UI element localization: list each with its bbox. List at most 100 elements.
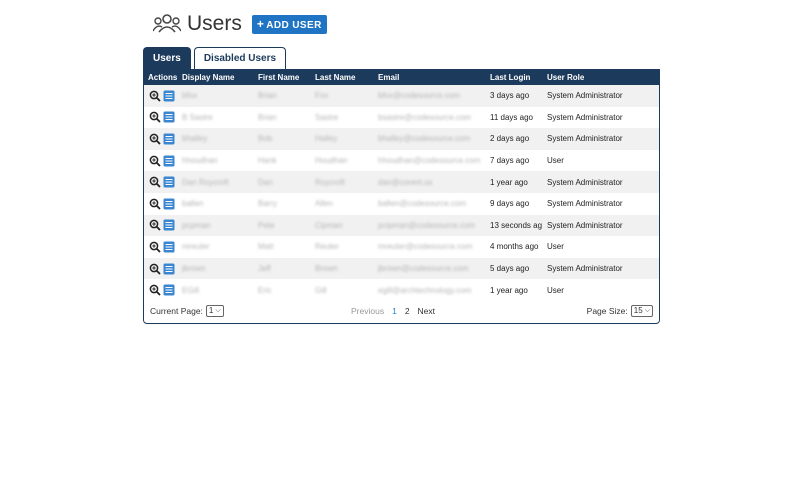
page-header: Users + ADD USER bbox=[153, 11, 327, 37]
edit-list-icon[interactable] bbox=[163, 241, 175, 253]
column-header-first-name[interactable]: First Name bbox=[254, 70, 311, 85]
edit-list-icon[interactable] bbox=[163, 133, 175, 145]
cell-last-login: 2 days ago bbox=[490, 134, 530, 144]
magnify-plus-icon[interactable] bbox=[149, 284, 161, 296]
tab-bar: Users Disabled Users bbox=[143, 47, 289, 70]
cell-last-login: 1 year ago bbox=[490, 177, 528, 187]
cell-display-name: hhoudhan bbox=[182, 156, 218, 166]
table-header-row: Actions Display Name First Name Last Nam… bbox=[144, 70, 659, 85]
page-size-value: 15 bbox=[633, 306, 643, 315]
tab-disabled-users[interactable]: Disabled Users bbox=[193, 47, 287, 70]
magnify-plus-icon[interactable] bbox=[149, 219, 161, 231]
chevron-down-icon: ⌵ bbox=[644, 307, 650, 314]
next-link[interactable]: Next bbox=[418, 306, 435, 316]
cell-first-name: Matt bbox=[258, 242, 274, 252]
current-page-value: 1 bbox=[208, 306, 214, 315]
page-1-link[interactable]: 1 bbox=[392, 306, 397, 316]
row-actions bbox=[144, 107, 178, 129]
cell-last-login: 13 seconds ag bbox=[490, 220, 543, 230]
column-header-display-name[interactable]: Display Name bbox=[178, 70, 254, 85]
cell-display-name: mreuter bbox=[182, 242, 210, 252]
cell-last-name: Allen bbox=[315, 199, 333, 209]
row-actions bbox=[144, 236, 178, 258]
cell-user-role: User bbox=[547, 285, 564, 295]
row-actions bbox=[144, 85, 178, 107]
previous-link[interactable]: Previous bbox=[351, 306, 384, 316]
row-actions bbox=[144, 279, 178, 301]
row-actions bbox=[144, 258, 178, 280]
magnify-plus-icon[interactable] bbox=[149, 111, 161, 124]
edit-list-icon[interactable] bbox=[163, 198, 175, 210]
magnify-plus-icon[interactable] bbox=[149, 263, 161, 275]
magnify-plus-icon[interactable] bbox=[149, 90, 161, 102]
table-row: B Sastre Brian Sastre bsastre@codesource.co… bbox=[144, 106, 659, 129]
pager-footer: Current Page: 1 ⌵ Previous 1 2 Next Page … bbox=[144, 300, 659, 322]
cell-email: hhoudhan@codesource.com bbox=[378, 156, 481, 166]
cell-display-name: bfox bbox=[182, 91, 198, 101]
edit-list-icon[interactable] bbox=[163, 176, 175, 188]
magnify-plus-icon[interactable] bbox=[149, 155, 161, 167]
row-actions bbox=[144, 215, 178, 237]
cell-first-name: Bob bbox=[258, 134, 273, 144]
cell-last-name: Brown bbox=[315, 264, 338, 274]
cell-display-name: B Sastre bbox=[182, 112, 213, 122]
cell-last-login: 9 days ago bbox=[490, 199, 530, 209]
cell-first-name: Barry bbox=[258, 199, 278, 209]
cell-email: pcipman@codesource.com bbox=[378, 220, 476, 230]
cell-last-name: Sastre bbox=[315, 112, 339, 122]
cell-email: bfox@codesource.com bbox=[378, 91, 460, 101]
page-2-link[interactable]: 2 bbox=[405, 306, 410, 316]
current-page-select[interactable]: 1 ⌵ bbox=[205, 305, 224, 317]
cell-last-name: Fox bbox=[315, 91, 329, 101]
cell-first-name: Hank bbox=[258, 156, 277, 166]
users-grid: Actions Display Name First Name Last Nam… bbox=[143, 69, 660, 324]
cell-first-name: Brian bbox=[258, 112, 277, 122]
table-row: bfox Brian Fox bfox@codesource.com 3 days ag… bbox=[144, 85, 659, 107]
edit-list-icon[interactable] bbox=[163, 111, 175, 123]
cell-last-name: Gill bbox=[315, 285, 327, 295]
cell-email: dan@corent.us bbox=[378, 177, 433, 187]
magnify-plus-icon[interactable] bbox=[149, 198, 161, 210]
cell-email: ballen@codesource.com bbox=[378, 199, 467, 209]
magnify-plus-icon[interactable] bbox=[149, 133, 161, 145]
cell-last-name: Roycroft bbox=[315, 177, 345, 187]
cell-display-name: bhalley bbox=[182, 134, 208, 144]
cell-display-name: EGill bbox=[182, 285, 199, 295]
magnify-plus-icon[interactable] bbox=[149, 241, 161, 253]
current-page: Current Page: 1 ⌵ bbox=[150, 305, 224, 317]
row-actions bbox=[144, 128, 178, 150]
cell-display-name: jbrown bbox=[182, 264, 206, 274]
cell-first-name: Eric bbox=[258, 285, 272, 295]
cell-user-role: System Administrator bbox=[547, 264, 623, 274]
cell-last-name: Cipman bbox=[315, 220, 343, 230]
edit-list-icon[interactable] bbox=[163, 263, 175, 275]
tab-users[interactable]: Users bbox=[143, 47, 191, 70]
page-size-select[interactable]: 15 ⌵ bbox=[630, 305, 653, 317]
column-header-email[interactable]: Email bbox=[374, 70, 486, 85]
column-header-last-name[interactable]: Last Name bbox=[311, 70, 374, 85]
cell-user-role: User bbox=[547, 242, 564, 252]
table-row: mreuter Matt Reuter mreuter@codesource.com 4… bbox=[144, 236, 659, 258]
column-header-user-role[interactable]: User Role bbox=[543, 70, 659, 85]
cell-display-name: ballen bbox=[182, 199, 204, 209]
pagination: Previous 1 2 Next bbox=[351, 306, 435, 316]
magnify-plus-icon[interactable] bbox=[149, 176, 161, 188]
cell-last-name: Halley bbox=[315, 134, 338, 144]
chevron-down-icon: ⌵ bbox=[215, 307, 221, 314]
cell-last-name: Houdhan bbox=[315, 156, 348, 166]
users-icon bbox=[153, 14, 181, 33]
cell-last-login: 7 days ago bbox=[490, 156, 530, 166]
cell-last-login: 1 year ago bbox=[490, 285, 528, 295]
edit-list-icon[interactable] bbox=[163, 90, 175, 102]
users-table: Actions Display Name First Name Last Nam… bbox=[144, 70, 659, 301]
edit-list-icon[interactable] bbox=[163, 219, 175, 231]
edit-list-icon[interactable] bbox=[163, 284, 175, 296]
column-header-last-login[interactable]: Last Login bbox=[486, 70, 543, 85]
cell-email: egill@archtechnology.com bbox=[378, 285, 472, 295]
add-user-button[interactable]: + ADD USER bbox=[251, 14, 327, 34]
edit-list-icon[interactable] bbox=[163, 155, 175, 167]
page-title: Users bbox=[187, 12, 242, 35]
column-header-actions: Actions bbox=[148, 73, 178, 82]
cell-user-role: System Administrator bbox=[547, 134, 623, 144]
cell-first-name: Jeff bbox=[258, 264, 271, 274]
